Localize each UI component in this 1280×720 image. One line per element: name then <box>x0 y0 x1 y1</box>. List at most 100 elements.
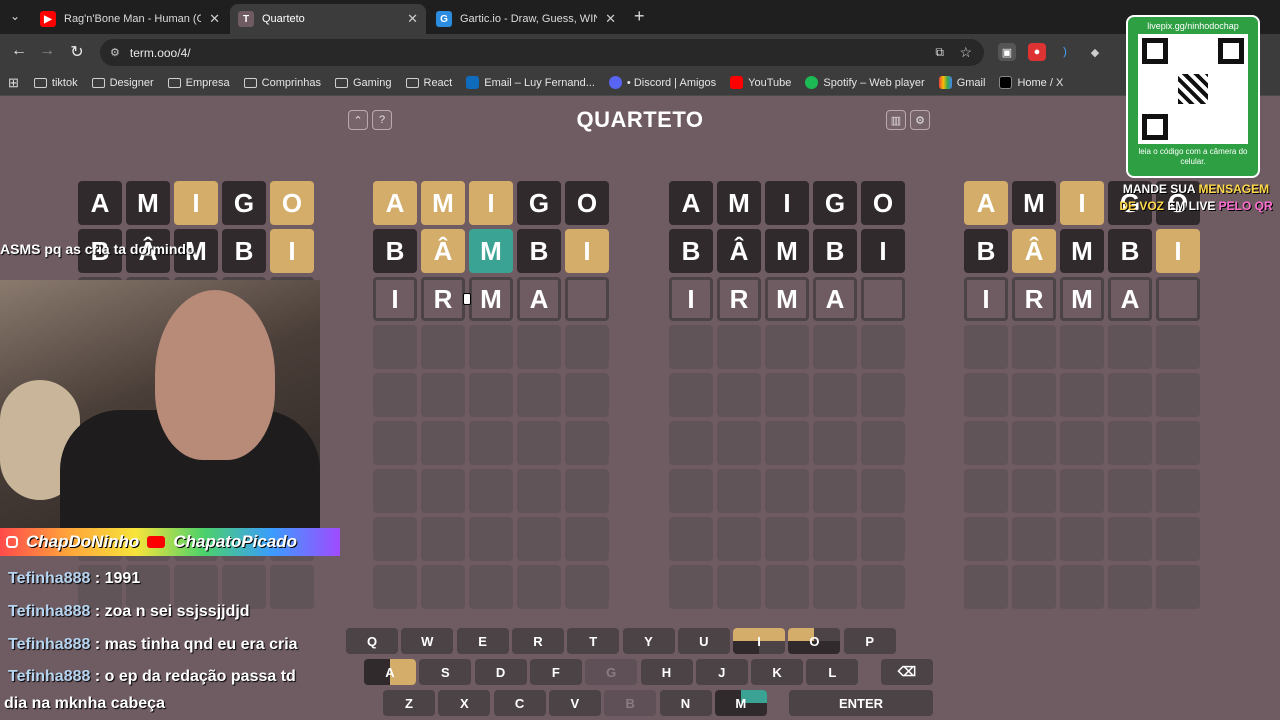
letter-cell: Â <box>717 229 761 273</box>
enter-key[interactable]: ENTER <box>789 690 933 716</box>
folder-icon <box>405 77 419 88</box>
install-icon[interactable]: ⧉ <box>935 45 944 60</box>
social-handle: ChapDoNinho <box>26 532 140 551</box>
key-b[interactable]: B <box>604 690 657 716</box>
key-f[interactable]: F <box>529 659 582 685</box>
bookmark-star-icon[interactable]: ☆ <box>959 44 972 61</box>
tab-search-icon[interactable]: ⌄ <box>10 9 20 23</box>
key-t[interactable]: T <box>567 628 620 654</box>
empty-cell <box>813 325 857 369</box>
gmail-icon <box>938 76 952 89</box>
extension-blue-icon[interactable]: ) <box>1056 43 1074 61</box>
empty-cell <box>373 325 417 369</box>
bookmark-label: Comprinhas <box>261 76 321 89</box>
key-i[interactable]: I <box>733 628 786 654</box>
chat-user: Tefinha888 <box>8 570 91 587</box>
bookmark-empresa[interactable]: Empresa <box>161 77 237 89</box>
key-p[interactable]: P <box>843 628 896 654</box>
key-w[interactable]: W <box>401 628 454 654</box>
key-d[interactable]: D <box>474 659 527 685</box>
key-n[interactable]: N <box>659 690 712 716</box>
letter-cell: I <box>174 181 218 225</box>
extension-red-icon[interactable]: ● <box>1028 43 1046 61</box>
bookmark-comprinhas[interactable]: Comprinhas <box>237 77 328 89</box>
key-j[interactable]: J <box>695 659 748 685</box>
key-m[interactable]: M <box>714 690 767 716</box>
qr-note: leia o código com a câmera do celular. <box>1138 147 1248 166</box>
tab-gartic[interactable]: G Gartic.io - Draw, Guess, WIN ✕ <box>428 4 624 34</box>
key-label: I <box>757 633 761 649</box>
empty-cell <box>1012 469 1056 513</box>
letter-cell: I <box>270 229 314 273</box>
key-h[interactable]: H <box>640 659 693 685</box>
bookmark-react[interactable]: React <box>399 77 460 89</box>
letter-cell: B <box>1108 229 1152 273</box>
key-q[interactable]: Q <box>346 628 398 654</box>
key-c[interactable]: C <box>493 690 546 716</box>
key-e[interactable]: E <box>456 628 509 654</box>
bookmark-gaming[interactable]: Gaming <box>328 77 399 89</box>
bookmark-discord[interactable]: • Discord | Amigos <box>602 76 723 89</box>
key-a[interactable]: A <box>364 659 416 685</box>
empty-cell <box>565 517 609 561</box>
current-guess-cell: M <box>469 277 513 321</box>
empty-cell <box>1156 469 1200 513</box>
bookmark-spotify[interactable]: Spotify – Web player <box>798 76 931 89</box>
apps-grid-icon[interactable]: ⊞ <box>8 75 27 91</box>
backspace-key[interactable]: ⌫ <box>881 659 933 685</box>
key-z[interactable]: Z <box>383 690 435 716</box>
empty-cell <box>565 565 609 609</box>
close-tab-icon[interactable]: ✕ <box>407 11 418 27</box>
empty-cell <box>765 469 809 513</box>
stats-icon[interactable]: ▥ <box>886 110 906 130</box>
key-x[interactable]: X <box>438 690 491 716</box>
empty-cell <box>1060 325 1104 369</box>
key-k[interactable]: K <box>751 659 804 685</box>
current-guess-cell <box>1156 277 1200 321</box>
close-tab-icon[interactable]: ✕ <box>209 11 220 27</box>
bookmark-designer[interactable]: Designer <box>85 77 161 89</box>
key-v[interactable]: V <box>548 690 601 716</box>
empty-cell <box>765 565 809 609</box>
forward-icon[interactable]: → <box>36 42 58 60</box>
key-s[interactable]: S <box>419 659 472 685</box>
tab-youtube[interactable]: ▶ Rag'n'Bone Man - Human (Offic ✕ <box>32 4 228 34</box>
back-icon[interactable]: ← <box>8 42 30 60</box>
key-l[interactable]: L <box>806 659 859 685</box>
voice-text: MENSAGEM <box>1198 182 1270 196</box>
key-label: H <box>661 664 672 680</box>
site-info-icon[interactable]: ⚙ <box>110 46 120 59</box>
folder-icon <box>243 77 257 88</box>
key-o[interactable]: O <box>788 628 841 654</box>
key-u[interactable]: U <box>677 628 730 654</box>
url-field[interactable]: ⚙ term.ooo/4/ ⧉ ☆ <box>100 39 984 66</box>
bookmark-tiktok[interactable]: tiktok <box>27 77 85 89</box>
key-g[interactable]: G <box>585 659 638 685</box>
key-label: K <box>772 664 782 680</box>
bookmark-youtube[interactable]: YouTube <box>723 76 798 89</box>
board-row <box>964 421 1201 465</box>
reload-icon[interactable]: ↻ <box>66 42 88 62</box>
chevron-up-icon[interactable]: ⌃ <box>348 110 368 130</box>
key-r[interactable]: R <box>511 628 564 654</box>
help-button[interactable]: ? <box>372 110 392 130</box>
tab-quarteto[interactable]: T Quarteto ✕ <box>230 4 426 34</box>
key-label: V <box>570 695 580 711</box>
key-label: B <box>625 695 635 711</box>
empty-cell <box>1156 373 1200 417</box>
key-label: O <box>809 633 820 649</box>
bookmark-email[interactable]: Email – Luy Fernand... <box>459 76 602 89</box>
new-tab-button[interactable]: + <box>634 6 645 27</box>
extension-gray-icon[interactable]: ◆ <box>1086 43 1104 61</box>
close-tab-icon[interactable]: ✕ <box>605 11 616 27</box>
key-y[interactable]: Y <box>622 628 675 654</box>
empty-cell <box>1060 469 1104 513</box>
empty-cell <box>861 565 905 609</box>
bookmark-gmail[interactable]: Gmail <box>932 76 993 89</box>
bookmark-x[interactable]: Home / X <box>992 76 1070 89</box>
chat-text: : zoa n sei ssjssjjdjd <box>90 603 250 620</box>
cast-icon[interactable]: ▣ <box>998 43 1016 61</box>
current-guess-cell: R <box>717 277 761 321</box>
settings-gear-icon[interactable]: ⚙ <box>910 110 930 130</box>
letter-cell: A <box>78 181 122 225</box>
